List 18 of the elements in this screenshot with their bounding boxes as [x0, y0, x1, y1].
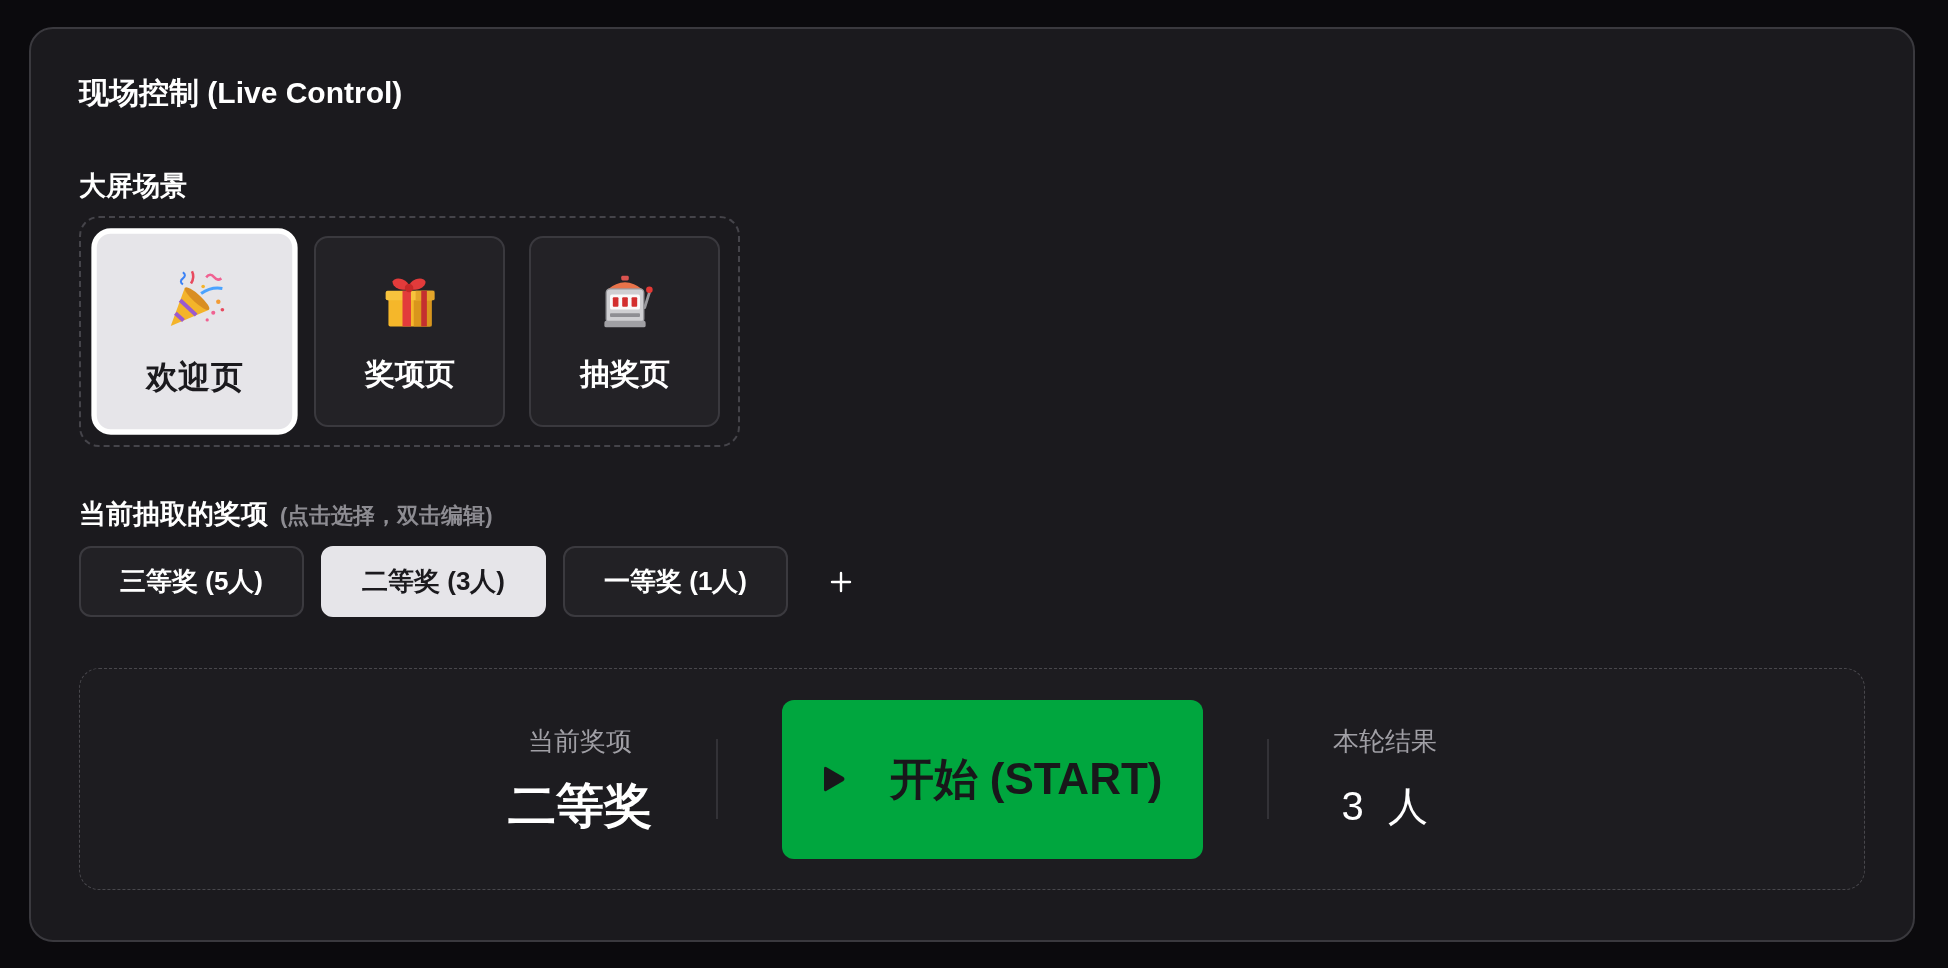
current-prize-name: 二等奖	[507, 778, 652, 834]
scene-button[interactable]: 抽奖页	[529, 236, 720, 427]
scene-button[interactable]: 奖项页	[314, 236, 505, 427]
prize-button[interactable]: 二等奖 (3人)	[321, 546, 546, 617]
result-label: 本轮结果	[1332, 725, 1437, 758]
current-prize-label: 当前奖项	[527, 725, 632, 758]
panel-title: 现场控制 (Live Control)	[79, 75, 403, 111]
scene-button[interactable]: 欢迎页	[91, 228, 298, 435]
prize-button[interactable]: 一等奖 (1人)	[563, 546, 788, 617]
prize-hint: (点击选择，双击编辑)	[280, 502, 493, 530]
result-unit: 人	[1387, 783, 1428, 830]
plus-icon	[830, 570, 852, 593]
play-icon	[821, 765, 846, 793]
scene-section-label: 大屏场景	[79, 170, 187, 203]
prize-section-label: 当前抽取的奖项	[79, 498, 268, 531]
start-button[interactable]: 开始 (START)	[781, 699, 1203, 859]
result-count: 3	[1341, 783, 1364, 830]
prize-button[interactable]: 三等奖 (5人)	[79, 546, 304, 617]
